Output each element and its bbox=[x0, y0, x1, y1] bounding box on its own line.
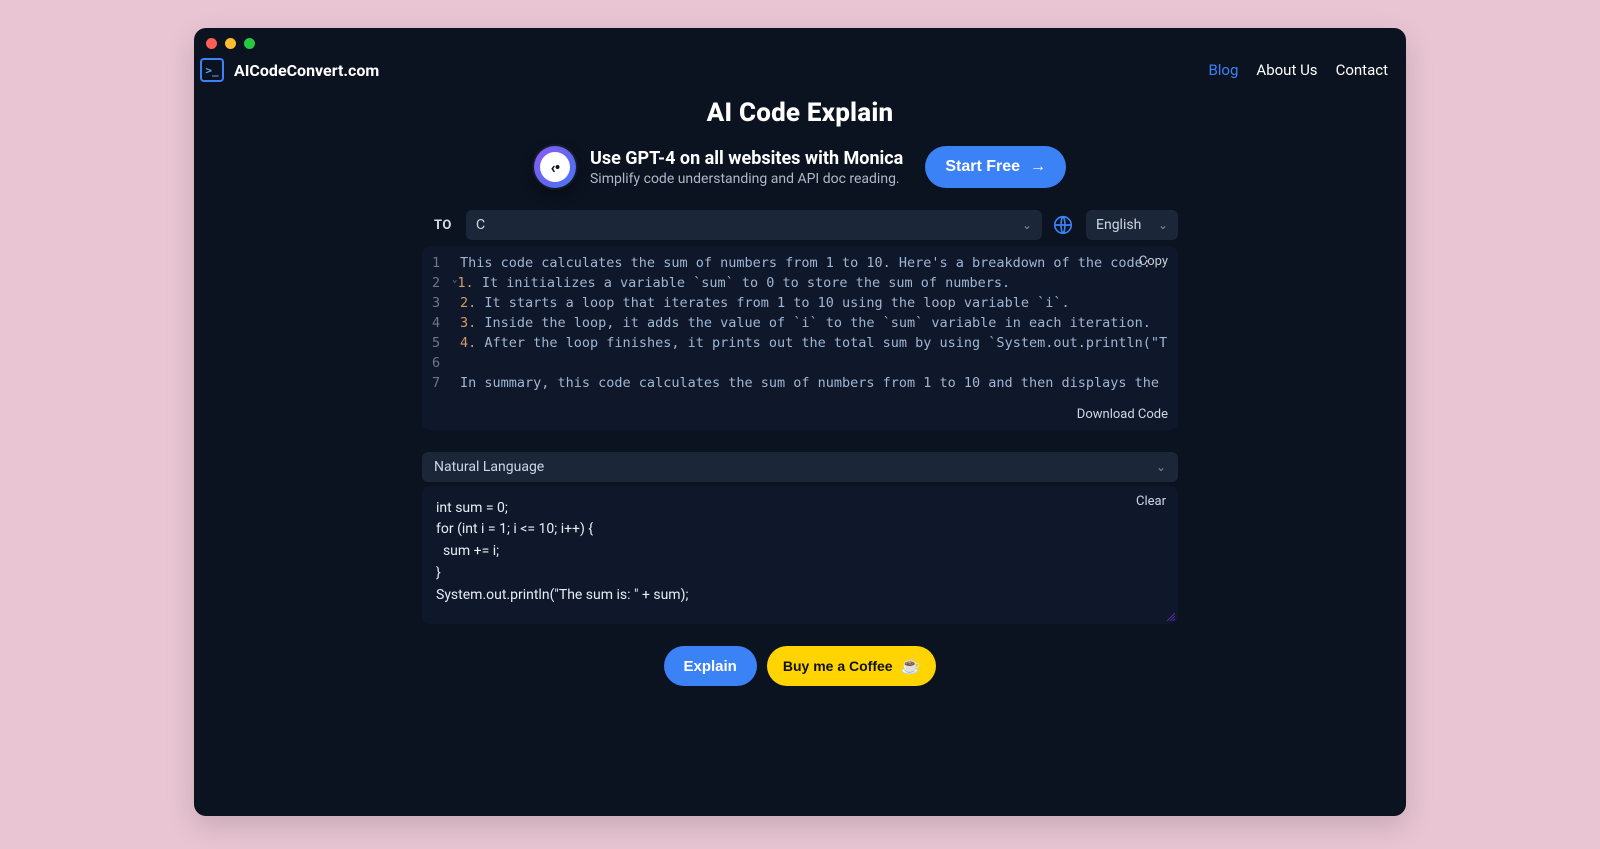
main-content: TO C ⌄ English ⌄ Copy 1 This code calcula… bbox=[422, 210, 1178, 816]
resize-handle-icon[interactable] bbox=[1165, 611, 1175, 621]
globe-icon[interactable] bbox=[1050, 212, 1076, 238]
nav-links: Blog About Us Contact bbox=[1208, 61, 1388, 79]
nav-link-about[interactable]: About Us bbox=[1256, 61, 1317, 79]
line-number: 6 bbox=[432, 354, 450, 374]
code-line: 2⌄1. It initializes a variable `sum` to … bbox=[432, 274, 1168, 294]
code-line: 5 4. After the loop finishes, it prints o… bbox=[432, 334, 1168, 354]
chevron-down-icon: ⌄ bbox=[1158, 218, 1168, 232]
input-type-value: Natural Language bbox=[434, 459, 544, 475]
output-code-area[interactable]: 1 This code calculates the sum of numbers… bbox=[432, 254, 1168, 394]
to-label: TO bbox=[422, 218, 458, 233]
window-maximize-icon[interactable] bbox=[244, 38, 255, 49]
action-row: Explain Buy me a Coffee ☕ bbox=[422, 646, 1178, 686]
buy-coffee-button[interactable]: Buy me a Coffee ☕ bbox=[767, 646, 937, 686]
line-number: 1 bbox=[432, 254, 450, 274]
code-text bbox=[460, 354, 1168, 374]
to-row: TO C ⌄ English ⌄ bbox=[422, 210, 1178, 240]
code-text: 4. After the loop finishes, it prints ou… bbox=[460, 334, 1168, 354]
list-marker: 3. bbox=[460, 315, 484, 331]
chevron-down-icon: ⌄ bbox=[1156, 460, 1166, 474]
promo-left: ‹• Use GPT-4 on all websites with Monica… bbox=[534, 146, 903, 188]
line-number: 7 bbox=[432, 374, 450, 394]
list-marker: 4. bbox=[460, 335, 484, 351]
to-language-select[interactable]: C ⌄ bbox=[466, 210, 1042, 240]
line-number: 3 bbox=[432, 294, 450, 314]
window-minimize-icon[interactable] bbox=[225, 38, 236, 49]
output-language-value: English bbox=[1096, 217, 1141, 233]
coffee-icon: ☕ bbox=[901, 656, 921, 676]
list-marker: 1. bbox=[457, 275, 481, 291]
nav-link-blog[interactable]: Blog bbox=[1208, 61, 1238, 79]
output-panel: Copy 1 This code calculates the sum of nu… bbox=[422, 246, 1178, 430]
code-line: 7 In summary, this code calculates the su… bbox=[432, 374, 1168, 394]
nav-link-contact[interactable]: Contact bbox=[1336, 61, 1388, 79]
promo-banner: ‹• Use GPT-4 on all websites with Monica… bbox=[194, 146, 1406, 188]
code-line: 6 bbox=[432, 354, 1168, 374]
promo-cta-label: Start Free bbox=[945, 158, 1020, 176]
brand-name: AICodeConvert.com bbox=[234, 61, 379, 80]
code-text: 3. Inside the loop, it adds the value of… bbox=[460, 314, 1168, 334]
line-number: 4 bbox=[432, 314, 450, 334]
promo-avatar-icon: ‹• bbox=[534, 146, 576, 188]
window-titlebar bbox=[194, 28, 1406, 46]
output-language-select[interactable]: English ⌄ bbox=[1086, 210, 1178, 240]
buy-coffee-label: Buy me a Coffee bbox=[783, 658, 893, 674]
download-code-link[interactable]: Download Code bbox=[1077, 407, 1168, 422]
code-input[interactable]: int sum = 0; for (int i = 1; i <= 10; i+… bbox=[436, 498, 1164, 606]
line-number: 2 bbox=[432, 274, 450, 294]
brand-logo-icon: >_ bbox=[200, 58, 224, 82]
app-window: >_ AICodeConvert.com Blog About Us Conta… bbox=[194, 28, 1406, 816]
navbar: >_ AICodeConvert.com Blog About Us Conta… bbox=[194, 46, 1406, 92]
copy-button[interactable]: Copy bbox=[1139, 254, 1168, 269]
line-number: 5 bbox=[432, 334, 450, 354]
input-type-select[interactable]: Natural Language ⌄ bbox=[422, 452, 1178, 482]
arrow-right-icon: → bbox=[1030, 158, 1046, 176]
window-close-icon[interactable] bbox=[206, 38, 217, 49]
promo-text: Use GPT-4 on all websites with Monica Si… bbox=[590, 148, 903, 187]
code-text: 2. It starts a loop that iterates from 1… bbox=[460, 294, 1168, 314]
code-text: This code calculates the sum of numbers … bbox=[460, 254, 1168, 274]
code-text: 1. It initializes a variable `sum` to 0 … bbox=[457, 274, 1168, 294]
chevron-down-icon: ⌄ bbox=[1022, 218, 1032, 232]
clear-button[interactable]: Clear bbox=[1136, 494, 1166, 509]
to-language-value: C bbox=[476, 217, 485, 233]
brand[interactable]: >_ AICodeConvert.com bbox=[200, 58, 379, 82]
input-panel: Clear int sum = 0; for (int i = 1; i <= … bbox=[422, 486, 1178, 624]
code-line: 4 3. Inside the loop, it adds the value o… bbox=[432, 314, 1168, 334]
promo-cta-button[interactable]: Start Free → bbox=[925, 146, 1066, 188]
code-line: 1 This code calculates the sum of numbers… bbox=[432, 254, 1168, 274]
page-title: AI Code Explain bbox=[194, 98, 1406, 128]
list-marker: 2. bbox=[460, 295, 484, 311]
promo-avatar-face: ‹• bbox=[540, 152, 570, 182]
code-line: 3 2. It starts a loop that iterates from … bbox=[432, 294, 1168, 314]
code-text: In summary, this code calculates the sum… bbox=[460, 374, 1168, 394]
promo-sub: Simplify code understanding and API doc … bbox=[590, 171, 903, 187]
promo-headline: Use GPT-4 on all websites with Monica bbox=[590, 148, 903, 169]
explain-button[interactable]: Explain bbox=[664, 646, 757, 686]
